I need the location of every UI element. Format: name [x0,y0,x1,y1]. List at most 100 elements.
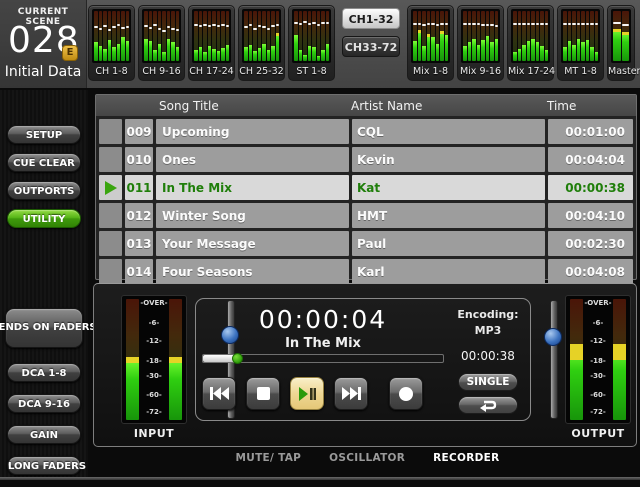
meter-block-label: Master [608,63,634,80]
record-button[interactable] [389,377,423,410]
meter-bar [317,11,321,61]
meter-bar [171,11,175,61]
meter-bar [413,11,417,61]
meter-scale-mark: -18- [584,357,612,365]
meter-block-label: CH 17-24 [189,63,234,80]
scene-edited-badge: E [62,45,78,61]
meter-scale-mark: -18- [140,357,168,365]
sidebar-button-dca-9-16[interactable]: DCA 9-16 [7,394,81,413]
bank-button-ch33-72[interactable]: CH33-72 [342,36,400,57]
row-lead-cell [99,231,122,256]
playback-progress-bar[interactable] [202,354,444,363]
meter-block-ch-25-32[interactable]: CH 25-32 [238,5,285,81]
meter-block-ch-1-8[interactable]: CH 1-8 [88,5,135,81]
single-mode-button[interactable]: SINGLE [458,373,518,391]
tab-oscillator[interactable]: OSCILLATOR [329,452,405,464]
encoding-value: MP3 [428,324,548,337]
meter-block-label: Mix 9-16 [458,63,503,80]
meter-screen [561,9,600,63]
song-row-009[interactable]: 009UpcomingCQL00:01:00 [99,119,633,144]
meter-block-label: ST 1-8 [289,63,334,80]
sidebar-button-cue-clear[interactable]: CUE CLEAR [7,153,81,172]
recorder-time-display: 00:00:04 [202,305,444,334]
meter-bar [436,11,440,61]
playing-indicator-cell [99,175,122,200]
song-row-014[interactable]: 014Four SeasonsKarl00:04:08 [99,259,633,284]
output-fader-knob[interactable] [544,328,562,346]
meter-block-label: CH 25-32 [239,63,284,80]
bank-button-ch1-32[interactable]: CH1-32 [342,8,400,29]
meter-block-mix-9-16[interactable]: Mix 9-16 [457,5,504,81]
sidebar-button-setup[interactable]: SETUP [7,125,81,144]
meter-block-mix-1-8[interactable]: Mix 1-8 [407,5,454,81]
meter-bar [568,11,572,61]
row-lead-cell [99,119,122,144]
meter-block-ch-17-24[interactable]: CH 17-24 [188,5,235,81]
song-table-header: Song Title Artist Name Time [96,95,636,116]
stop-button[interactable] [246,377,280,410]
meter-scale-mark: -30- [584,372,612,380]
artist-name: Kevin [352,147,545,172]
row-lead-cell [99,203,122,228]
sidebar-button-sends-on-faders[interactable]: SENDS ON FADERS [5,308,83,348]
meter-bar [427,11,431,61]
meter-bar [581,11,585,61]
meter-bar [108,11,112,61]
rewind-button[interactable] [202,377,236,410]
meter-block-label: Mix 17-24 [508,63,553,80]
tab-mute-tap[interactable]: MUTE/ TAP [236,452,302,464]
tab-recorder[interactable]: RECORDER [433,452,499,464]
meter-screen [511,9,550,63]
output-fader-track [550,300,558,419]
sidebar-button-utility[interactable]: UTILITY [7,209,81,228]
meter-bar [294,11,298,61]
meter-bar [312,11,316,61]
progress-knob[interactable] [232,353,243,364]
repeat-button[interactable] [458,396,518,414]
sidebar-bottom-buttons: SENDS ON FADERS DCA 1-8 DCA 9-16 GAIN LONG F… [0,308,88,487]
song-row-011[interactable]: 011In The MixKat00:00:38 [99,175,633,200]
play-triangle-icon [105,181,117,195]
song-row-010[interactable]: 010OnesKevin00:04:04 [99,147,633,172]
sidebar-button-outports[interactable]: OUTPORTS [7,181,81,200]
play-pause-button[interactable] [290,377,324,410]
meter-block-ch-9-16[interactable]: CH 9-16 [138,5,185,81]
row-lead-cell [99,259,122,284]
meter-bar [208,11,212,61]
song-title: Four Seasons [156,259,349,284]
meter-screen [92,9,131,63]
artist-name: CQL [352,119,545,144]
meter-bar [586,11,590,61]
meter-block-st-1-8[interactable]: ST 1-8 [288,5,335,81]
meter-scale-mark: -12- [140,337,168,345]
song-row-013[interactable]: 013Your MessagePaul00:02:30 [99,231,633,256]
song-time: 00:02:30 [548,231,633,256]
meter-bar [299,11,303,61]
sidebar-button-gain[interactable]: GAIN [7,425,81,444]
sidebar-button-long-faders[interactable]: LONG FADERS [7,456,81,475]
meter-scale-mark: -72- [140,408,168,416]
fast-forward-icon [342,387,361,400]
meter-bar [590,11,594,61]
meter-block-mix-17-24[interactable]: Mix 17-24 [507,5,554,81]
meter-bar [112,11,116,61]
song-time: 00:04:08 [548,259,633,284]
current-scene-panel[interactable]: CURRENT SCENE 028 E Initial Data [0,0,87,88]
sidebar-button-dca-1-8[interactable]: DCA 1-8 [7,363,81,382]
meter-scale-mark: -30- [140,372,168,380]
meter-block-mt-1-8[interactable]: MT 1-8 [557,5,604,81]
meter-bar [440,11,444,61]
artist-name: Karl [352,259,545,284]
meter-bar [563,11,567,61]
song-title: Winter Song [156,203,349,228]
fast-forward-button[interactable] [334,377,368,410]
song-time: 00:04:04 [548,147,633,172]
meter-block-master[interactable]: Master [607,5,635,81]
song-title: Ones [156,147,349,172]
meter-bar [262,11,266,61]
meter-bar [613,11,621,61]
meter-bar [253,11,257,61]
song-row-012[interactable]: 012Winter SongHMT00:04:10 [99,203,633,228]
output-fader[interactable] [544,300,562,419]
output-level-meter: -OVER--6--12--18--30--60--72- [565,295,631,424]
